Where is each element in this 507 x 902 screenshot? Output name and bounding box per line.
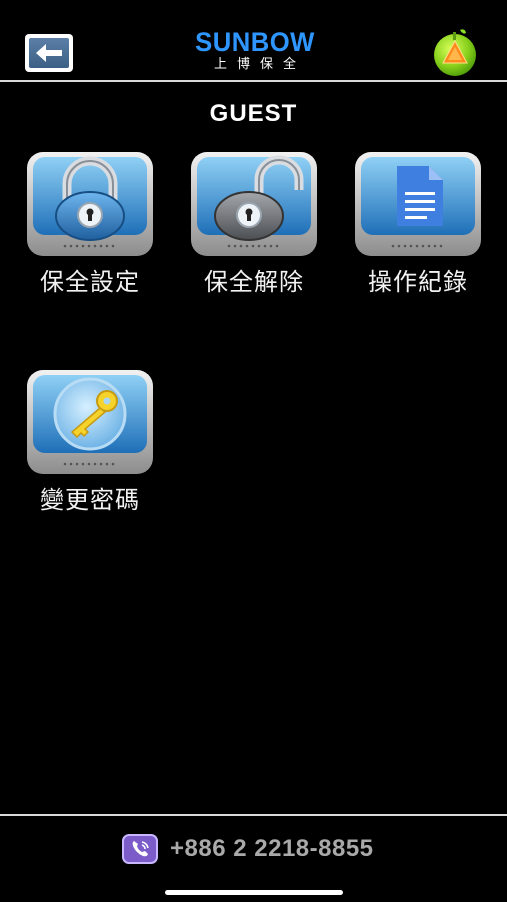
phone-number: +886 2 2218-8855 [170,835,374,862]
tile-label: 變更密碼 [40,486,140,514]
document-icon [353,150,483,258]
brand-logo: SUNBOW 上博保全 [180,28,330,74]
globe-icon[interactable] [430,27,480,77]
app-footer: +886 2 2218-8855 [0,814,507,902]
brand-subtitle: 上博保全 [213,57,306,72]
tile-change-password[interactable]: 變更密碼 [15,368,165,528]
tile-security-set[interactable]: 保全設定 [15,150,165,310]
brand-name: SUNBOW [195,27,315,57]
phone-contact[interactable]: +886 2 2218-8855 [122,834,374,864]
tile-security-release[interactable]: 保全解除 [179,150,329,310]
back-button[interactable] [25,34,73,72]
tile-label: 保全解除 [204,268,304,296]
tile-operation-log[interactable]: 操作紀錄 [343,150,493,310]
page-title: GUEST [209,100,298,127]
home-indicator[interactable] [165,890,343,895]
tile-label: 保全設定 [40,268,140,296]
app-header: SUNBOW 上博保全 [0,0,507,82]
locked-padlock-icon [25,150,155,258]
tile-label: 操作紀錄 [368,268,468,296]
phone-icon [122,834,158,864]
key-icon [25,368,155,476]
unlocked-padlock-icon [189,150,319,258]
back-arrow-icon [29,38,69,68]
